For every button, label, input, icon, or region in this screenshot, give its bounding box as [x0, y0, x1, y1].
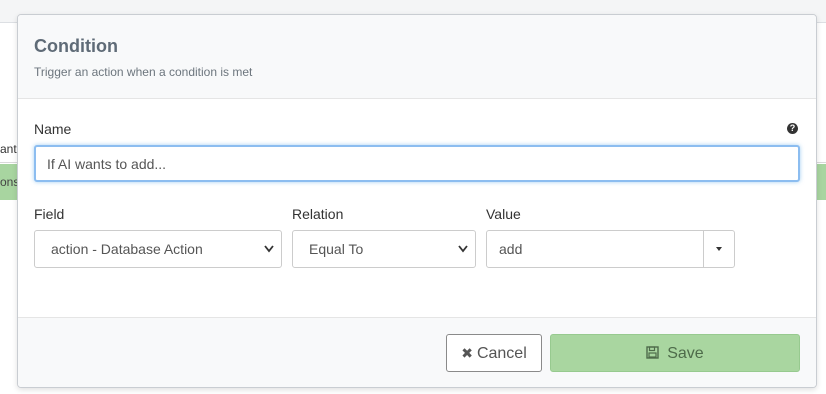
name-label: Name [34, 121, 72, 137]
modal-subtitle: Trigger an action when a condition is me… [34, 65, 253, 79]
chevron-down-icon [458, 231, 468, 282]
cancel-button-label: Cancel [476, 345, 527, 362]
value-label: Value [486, 206, 521, 222]
chevron-down-icon [264, 231, 274, 282]
save-button-label: Save [667, 345, 704, 362]
relation-select[interactable]: Equal To [292, 230, 476, 268]
modal-header: Condition Trigger an action when a condi… [18, 15, 816, 99]
background-row-text: ant [0, 142, 17, 156]
cancel-button[interactable]: ✖ Cancel [446, 334, 542, 372]
times-icon: ✖ [461, 345, 473, 361]
field-label: Field [34, 206, 65, 222]
value-combobox[interactable]: add [486, 230, 735, 268]
modal-title: Condition [34, 36, 118, 56]
modal-footer: ✖ Cancel Save [18, 317, 816, 387]
relation-label: Relation [292, 206, 344, 222]
field-select[interactable]: action - Database Action [34, 230, 282, 268]
condition-modal: Condition Trigger an action when a condi… [17, 14, 817, 388]
value-input[interactable]: add [499, 231, 522, 267]
save-button[interactable]: Save [550, 334, 800, 372]
question-circle-icon[interactable]: ? [787, 123, 798, 134]
relation-select-value: Equal To [309, 241, 364, 257]
name-input[interactable] [34, 145, 800, 182]
field-select-value: action - Database Action [51, 241, 203, 257]
floppy-disk-icon [646, 345, 663, 361]
caret-down-icon[interactable] [703, 231, 734, 267]
